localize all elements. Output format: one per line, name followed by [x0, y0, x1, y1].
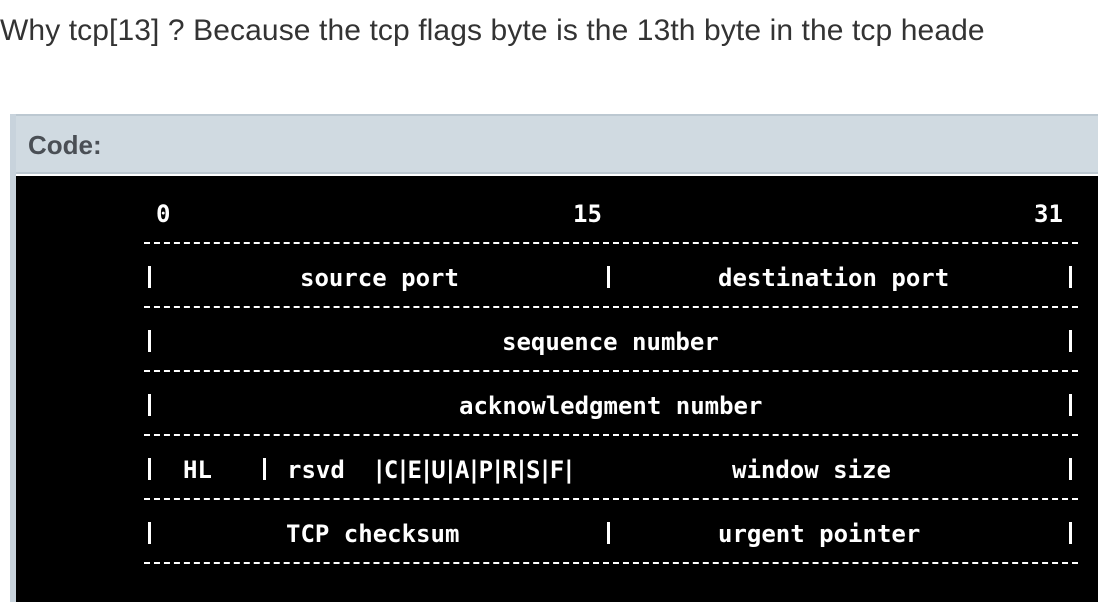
rule-line — [144, 370, 1078, 372]
field-separator — [148, 330, 151, 352]
field-separator — [148, 458, 151, 480]
field-separator — [607, 522, 610, 544]
field-separator — [263, 458, 266, 480]
code-box: Code: 0 15 31 source port destination po… — [10, 114, 1098, 602]
field-separator — [148, 394, 151, 416]
code-label: Code: — [28, 130, 102, 160]
code-block[interactable]: 0 15 31 source port destination port seq… — [16, 176, 1098, 602]
field-acknowledgment-number: acknowledgment number — [459, 392, 763, 420]
rule-line — [144, 498, 1078, 500]
rule-line — [144, 562, 1078, 564]
bit-label-0: 0 — [156, 200, 171, 228]
field-reserved: rsvd — [287, 456, 345, 484]
field-sequence-number: sequence number — [502, 328, 719, 356]
field-window-size: window size — [732, 456, 891, 484]
field-separator — [1069, 522, 1072, 544]
field-separator — [1069, 458, 1072, 480]
field-separator — [148, 266, 151, 288]
field-tcp-flags: |C|E|U|A|P|R|S|F| — [372, 456, 576, 484]
intro-text: Why tcp[13] ? Because the tcp flags byte… — [0, 14, 985, 47]
field-separator — [1069, 394, 1072, 416]
field-separator — [1069, 266, 1072, 288]
field-urgent-pointer: urgent pointer — [718, 520, 921, 548]
field-separator — [1069, 330, 1072, 352]
field-destination-port: destination port — [718, 264, 950, 292]
rule-line — [144, 242, 1078, 244]
field-tcp-checksum: TCP checksum — [286, 520, 460, 548]
field-separator — [607, 266, 610, 288]
code-header: Code: — [16, 114, 1098, 174]
bit-label-15: 15 — [573, 200, 602, 228]
rule-line — [144, 306, 1078, 308]
field-header-length: HL — [183, 456, 212, 484]
field-separator — [148, 522, 151, 544]
bit-label-31: 31 — [1034, 200, 1063, 228]
rule-line — [144, 434, 1078, 436]
field-source-port: source port — [300, 264, 459, 292]
